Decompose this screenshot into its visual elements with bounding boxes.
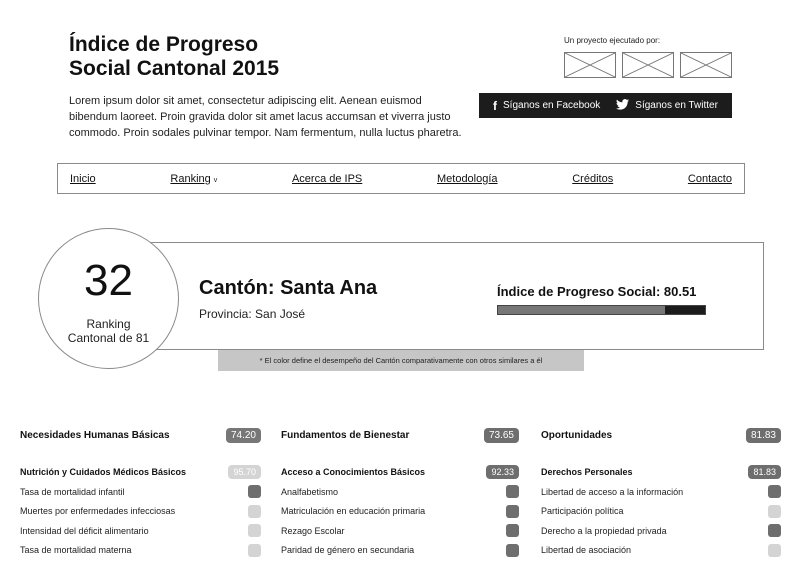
twitter-link[interactable]: Síganos en Twitter	[600, 98, 718, 113]
component-name: Derechos Personales	[541, 467, 633, 477]
nav-item-contacto[interactable]: Contacto	[688, 173, 732, 185]
facebook-icon: f	[493, 98, 497, 113]
indicator-status-dot	[506, 543, 519, 557]
sponsor-label: Un proyecto ejecutado por:	[564, 36, 661, 45]
page-title: Índice de Progreso Social Cantonal 2015	[69, 33, 279, 81]
component-header: Nutrición y Cuidados Médicos Básicos 95.7…	[20, 465, 261, 479]
nav-item-ranking[interactable]: Ranking	[170, 173, 210, 185]
sponsor-logo-placeholder	[564, 52, 616, 78]
twitter-icon	[616, 98, 630, 113]
component-header: Derechos Personales 81.83	[541, 465, 781, 479]
component-name: Acceso a Conocimientos Básicos	[281, 467, 426, 477]
dimension-header: Oportunidades 81.83	[541, 427, 781, 443]
dimension-header: Necesidades Humanas Básicas 74.20	[20, 427, 261, 443]
dimension-name: Oportunidades	[541, 429, 613, 441]
indicator-status-dot	[768, 543, 781, 557]
indicator-row[interactable]: Rezago Escolar	[281, 524, 519, 538]
ips-label: Índice de Progreso Social: 80.51	[497, 284, 697, 299]
ranking-number: 32	[84, 256, 133, 305]
indicator-label: Analfabetismo	[281, 486, 339, 497]
nav-item-inicio[interactable]: Inicio	[70, 173, 96, 185]
intro-text: Lorem ipsum dolor sit amet, consectetur …	[69, 95, 462, 139]
social-bar: f Síganos en Facebook Síganos en Twitter	[479, 93, 732, 118]
ranking-label-2: Cantonal de 81	[67, 331, 150, 345]
indicator-label: Derecho a la propiedad privada	[541, 525, 667, 536]
dimension-column: Fundamentos de Bienestar 73.65 Acceso a Co…	[281, 427, 519, 557]
indicator-row[interactable]: Tasa de mortalidad materna	[20, 543, 261, 557]
ranking-circle: 32 Ranking Cantonal de 81	[38, 228, 179, 369]
nav-item-acerca[interactable]: Acerca de IPS	[292, 173, 362, 185]
indicator-status-dot	[768, 524, 781, 537]
twitter-label: Síganos en Twitter	[635, 100, 718, 111]
component-score-badge: 92.33	[486, 465, 519, 479]
dimension-score-badge: 73.65	[483, 427, 519, 443]
dimension-name: Fundamentos de Bienestar	[281, 429, 410, 441]
indicator-label: Libertad de acceso a la información	[541, 486, 684, 497]
indicator-status-dot	[248, 485, 261, 498]
page-title-line-1: Índice de Progreso	[69, 33, 259, 56]
indicator-row[interactable]: Participación política	[541, 504, 781, 518]
nav-item-metodologia[interactable]: Metodología	[437, 173, 498, 185]
dimension-header: Fundamentos de Bienestar 73.65	[281, 427, 519, 443]
component-score-badge: 95.70	[228, 465, 261, 479]
ips-progress-fill	[498, 306, 665, 314]
indicator-status-dot	[768, 504, 781, 518]
sponsor-logo-placeholder	[680, 52, 732, 78]
dimension-column: Oportunidades 81.83 Derechos Personales 81.…	[541, 427, 781, 557]
indicator-status-dot	[248, 504, 261, 518]
indicator-label: Tasa de mortalidad infantil	[20, 486, 125, 497]
indicator-row[interactable]: Intensidad del déficit alimentario	[20, 524, 261, 538]
indicator-label: Matriculación en educación primaria	[281, 506, 426, 516]
facebook-link[interactable]: f Síganos en Facebook	[479, 99, 600, 113]
sponsor-logo-placeholder	[622, 52, 674, 78]
chevron-down-icon[interactable]: v	[214, 177, 218, 184]
indicator-status-dot	[506, 504, 519, 518]
nav-item-ranking-wrap[interactable]: Ranking v	[170, 173, 217, 185]
dimension-column: Necesidades Humanas Básicas 74.20 Nutrició…	[20, 427, 261, 557]
dimension-name: Necesidades Humanas Básicas	[20, 429, 170, 441]
component-header: Acceso a Conocimientos Básicos 92.33	[281, 465, 519, 479]
indicator-row[interactable]: Muertes por enfermedades infecciosas	[20, 504, 261, 518]
indicator-row[interactable]: Libertad de asociación	[541, 543, 781, 557]
provincia-name: Provincia: San José	[199, 307, 306, 321]
facebook-label: Síganos en Facebook	[503, 100, 601, 111]
main-nav: Inicio Ranking v Acerca de IPS Metodologí…	[57, 163, 745, 194]
dimension-score-badge: 81.83	[745, 427, 781, 443]
indicator-row[interactable]: Derecho a la propiedad privada	[541, 524, 781, 538]
indicator-label: Rezago Escolar	[281, 525, 345, 536]
ranking-label-1: Ranking	[86, 317, 131, 331]
indicator-row[interactable]: Analfabetismo	[281, 485, 519, 499]
ips-progress-bar	[497, 305, 706, 315]
indicator-label: Paridad de género en secundaria	[281, 545, 415, 555]
nav-item-creditos[interactable]: Créditos	[572, 173, 613, 185]
indicator-row[interactable]: Libertad de acceso a la información	[541, 485, 781, 499]
indicator-label: Tasa de mortalidad materna	[20, 545, 132, 555]
indicator-label: Participación política	[541, 506, 624, 516]
indicator-label: Intensidad del déficit alimentario	[20, 525, 149, 536]
indicator-status-dot	[768, 485, 781, 498]
component-score-badge: 81.83	[748, 465, 781, 479]
color-note: * El color define el desempeño del Cantó…	[218, 350, 584, 371]
indicator-row[interactable]: Paridad de género en secundaria	[281, 543, 519, 557]
indicator-label: Muertes por enfermedades infecciosas	[20, 506, 176, 516]
indicator-status-dot	[506, 524, 519, 537]
indicator-label: Libertad de asociación	[541, 545, 632, 555]
component-name: Nutrición y Cuidados Médicos Básicos	[20, 467, 187, 477]
indicator-row[interactable]: Tasa de mortalidad infantil	[20, 485, 261, 499]
canton-name: Cantón: Santa Ana	[199, 277, 378, 299]
page-title-line-2: Social Cantonal 2015	[69, 57, 280, 80]
indicator-status-dot	[506, 485, 519, 498]
indicator-status-dot	[248, 543, 261, 557]
indicator-status-dot	[248, 524, 261, 537]
indicator-row[interactable]: Matriculación en educación primaria	[281, 504, 519, 518]
dimension-score-badge: 74.20	[225, 427, 261, 443]
